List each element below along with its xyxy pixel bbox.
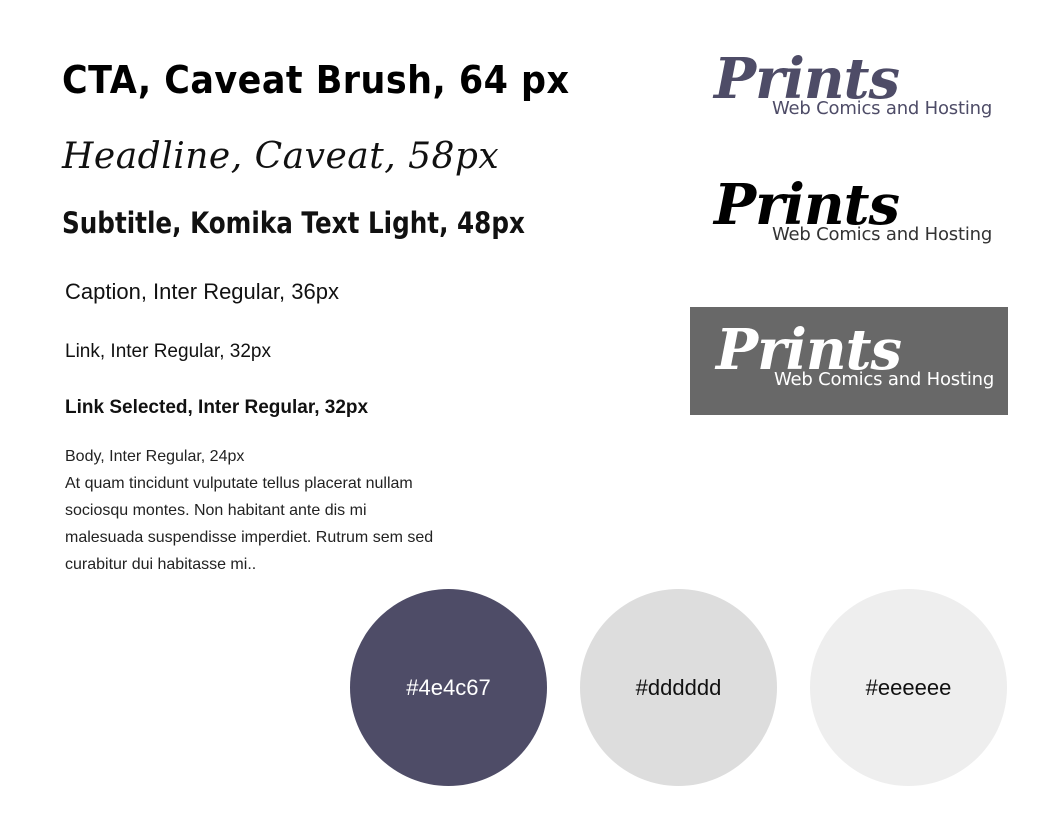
cta-type-sample: CTA, Caveat Brush, 64 px	[62, 58, 570, 102]
body-line: At quam tincidunt vulputate tellus place…	[65, 475, 413, 492]
body-line: curabitur dui habitasse mi..	[65, 556, 257, 573]
body-type-sample: Body, Inter Regular, 24px At quam tincid…	[65, 443, 525, 578]
body-line: Body, Inter Regular, 24px	[65, 448, 245, 465]
swatch-label: #eeeeee	[865, 674, 952, 700]
logo-white: Prints Web Comics and Hosting	[716, 317, 996, 397]
link-type-sample: Link, Inter Regular, 32px	[65, 341, 271, 362]
color-swatch-light-gray: #dddddd	[580, 589, 777, 786]
logo-tagline: Web Comics and Hosting	[772, 224, 993, 245]
logo-tagline: Web Comics and Hosting	[774, 369, 995, 390]
caption-type-sample: Caption, Inter Regular, 36px	[65, 279, 339, 304]
color-swatch-primary: #4e4c67	[350, 589, 547, 786]
logo-black: Prints Web Comics and Hosting	[714, 172, 994, 252]
logo-dark-background: Prints Web Comics and Hosting	[690, 307, 1008, 415]
body-line: sociosqu montes. Non habitant ante dis m…	[65, 502, 367, 519]
body-line: malesuada suspendisse imperdiet. Rutrum …	[65, 529, 434, 546]
swatch-label: #4e4c67	[406, 674, 491, 700]
subtitle-type-sample: Subtitle, Komika Text Light, 48px	[62, 206, 525, 240]
color-swatch-lightest-gray: #eeeeee	[810, 589, 1007, 786]
logo-tagline: Web Comics and Hosting	[772, 98, 993, 119]
headline-type-sample: Headline, Caveat, 58px	[62, 136, 500, 177]
link-selected-type-sample: Link Selected, Inter Regular, 32px	[65, 397, 369, 418]
logo-color: Prints Web Comics and Hosting	[714, 46, 994, 126]
swatch-label: #dddddd	[635, 674, 722, 700]
